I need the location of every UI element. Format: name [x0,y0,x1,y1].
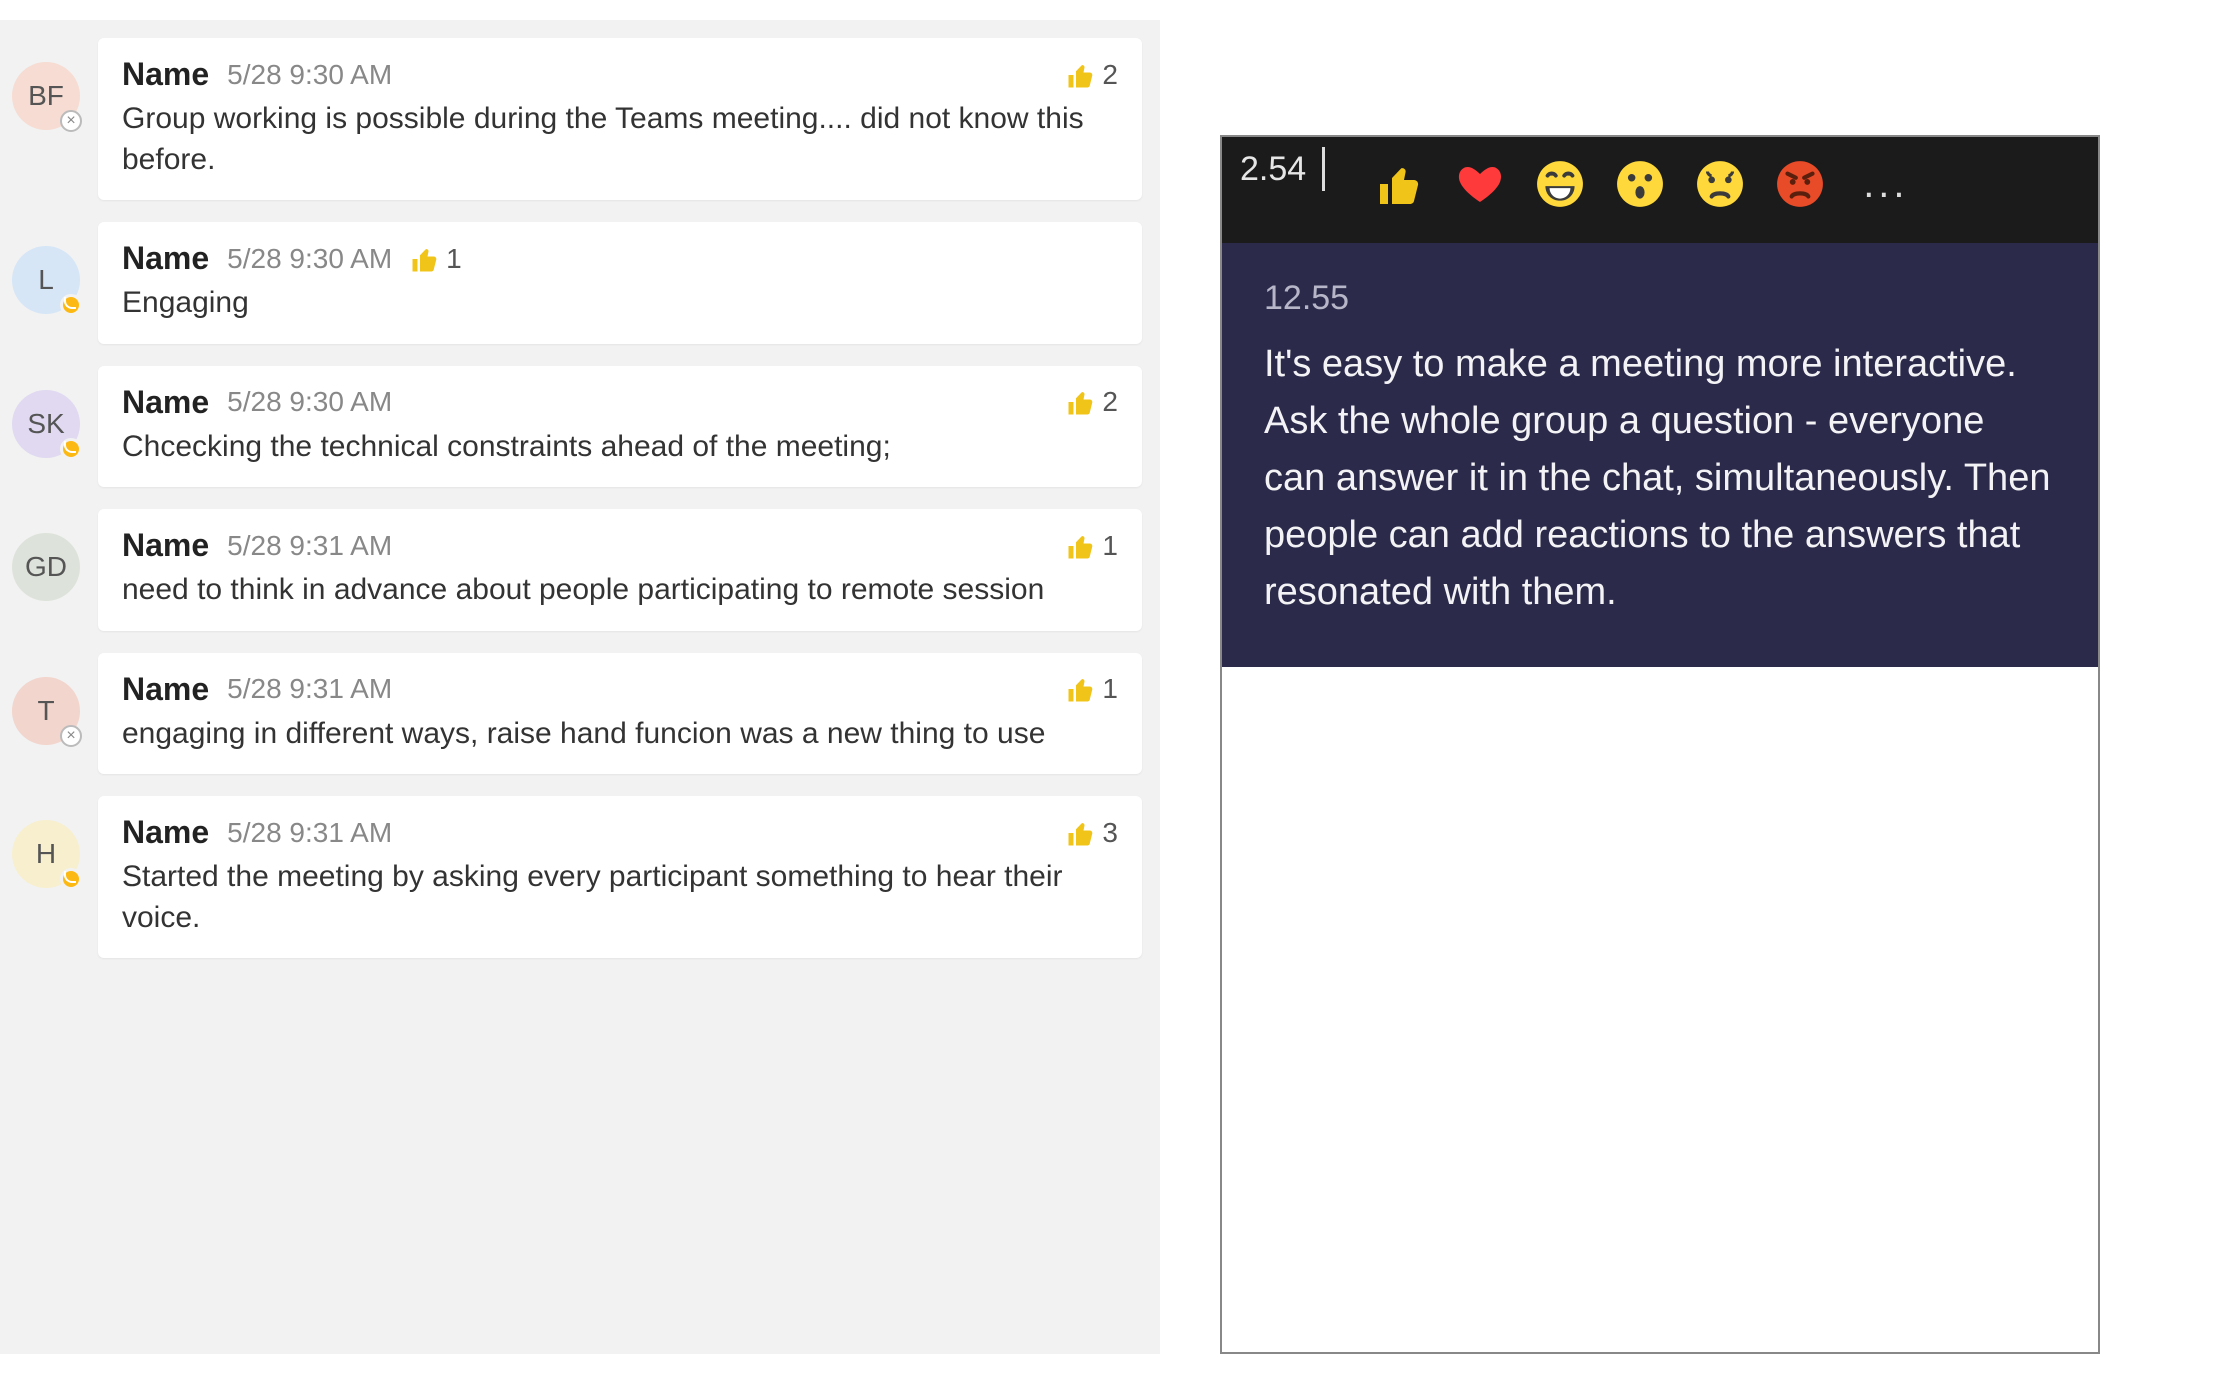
reaction-bar-left-text: 2.54 [1240,150,1306,189]
reaction-count: 1 [1102,530,1118,562]
chat-message[interactable]: H Name 5/28 9:31 AM 3 Started the meeting by… [12,796,1142,958]
message-bubble[interactable]: Name 5/28 9:30 AM 1 Engaging [98,222,1142,344]
dark-message-card: 2.54 ... 12.55 It's easy to make a meeti… [1220,135,2100,1354]
angry-reaction-button[interactable] [1773,157,1827,211]
sender-name: Name [122,56,209,93]
sad-reaction-button[interactable] [1693,157,1747,211]
message-timestamp: 5/28 9:31 AM [227,817,392,849]
message-header: Name 5/28 9:30 AM 1 [122,240,1118,277]
like-reaction-count[interactable]: 1 [1066,673,1118,705]
message-header: Name 5/28 9:31 AM 3 [122,814,1118,851]
heart-reaction-button[interactable] [1453,157,1507,211]
away-presence-icon [60,438,82,460]
divider [1322,147,1325,191]
offline-presence-icon [60,725,82,747]
sender-name: Name [122,671,209,708]
message-timestamp: 5/28 9:31 AM [227,530,392,562]
avatar[interactable]: BF [12,62,80,130]
reaction-bar-leading: 2.54 [1240,147,1325,191]
offline-presence-icon [60,110,82,132]
dark-message-body: 12.55 It's easy to make a meeting more i… [1222,243,2098,667]
message-timestamp: 5/28 9:30 AM [227,386,392,418]
chat-message[interactable]: GD Name 5/28 9:31 AM 1 need to think in adva… [12,509,1142,631]
message-timestamp: 12.55 [1264,279,2056,318]
chat-message[interactable]: SK Name 5/28 9:30 AM 2 Chcecking the technic… [12,366,1142,488]
reaction-count: 3 [1102,817,1118,849]
message-text: need to think in advance about people pa… [122,570,1118,611]
sender-name: Name [122,384,209,421]
message-bubble[interactable]: Name 5/28 9:30 AM 2 Chcecking the technical… [98,366,1142,488]
like-reaction-count[interactable]: 1 [1066,530,1118,562]
like-reaction-count[interactable]: 2 [1066,386,1118,418]
reaction-emoji-row: ... [1373,157,1908,211]
message-text: Chcecking the technical constraints ahea… [122,427,1118,468]
message-bubble[interactable]: Name 5/28 9:31 AM 1 need to think in advanc… [98,509,1142,631]
message-header: Name 5/28 9:30 AM 2 [122,384,1118,421]
away-presence-icon [60,868,82,890]
chat-message[interactable]: BF Name 5/28 9:30 AM 2 Group working is poss… [12,38,1142,200]
avatar[interactable]: GD [12,533,80,601]
chat-message[interactable]: L Name 5/28 9:30 AM 1 Engaging [12,222,1142,344]
message-text: Group working is possible during the Tea… [122,99,1118,180]
avatar[interactable]: L [12,246,80,314]
avatar[interactable]: T [12,677,80,745]
message-timestamp: 5/28 9:31 AM [227,673,392,705]
avatar-initials: GD [12,533,80,601]
message-text: engaging in different ways, raise hand f… [122,714,1118,755]
message-bubble[interactable]: Name 5/28 9:31 AM 1 engaging in different w… [98,653,1142,775]
reaction-count: 1 [1102,673,1118,705]
like-reaction-count[interactable]: 2 [1066,59,1118,91]
message-bubble[interactable]: Name 5/28 9:30 AM 2 Group working is possib… [98,38,1142,200]
more-reactions-button[interactable]: ... [1863,162,1908,207]
message-header: Name 5/28 9:31 AM 1 [122,671,1118,708]
sender-name: Name [122,814,209,851]
chat-message[interactable]: T Name 5/28 9:31 AM 1 engaging in different … [12,653,1142,775]
sender-name: Name [122,527,209,564]
surprised-reaction-button[interactable] [1613,157,1667,211]
reaction-count: 1 [446,243,462,275]
like-reaction-count[interactable]: 1 [410,243,462,275]
message-header: Name 5/28 9:31 AM 1 [122,527,1118,564]
message-timestamp: 5/28 9:30 AM [227,243,392,275]
message-text: It's easy to make a meeting more interac… [1264,336,2056,621]
message-text: Engaging [122,283,1118,324]
like-reaction-button[interactable] [1373,157,1427,211]
message-header: Name 5/28 9:30 AM 2 [122,56,1118,93]
reaction-toolbar: 2.54 ... [1222,137,2098,243]
message-text: Started the meeting by asking every part… [122,857,1118,938]
reaction-count: 2 [1102,59,1118,91]
chat-message-list: BF Name 5/28 9:30 AM 2 Group working is poss… [0,20,1160,1354]
reaction-count: 2 [1102,386,1118,418]
avatar[interactable]: H [12,820,80,888]
like-reaction-count[interactable]: 3 [1066,817,1118,849]
message-bubble[interactable]: Name 5/28 9:31 AM 3 Started the meeting by … [98,796,1142,958]
message-timestamp: 5/28 9:30 AM [227,59,392,91]
sender-name: Name [122,240,209,277]
avatar[interactable]: SK [12,390,80,458]
laugh-reaction-button[interactable] [1533,157,1587,211]
away-presence-icon [60,294,82,316]
